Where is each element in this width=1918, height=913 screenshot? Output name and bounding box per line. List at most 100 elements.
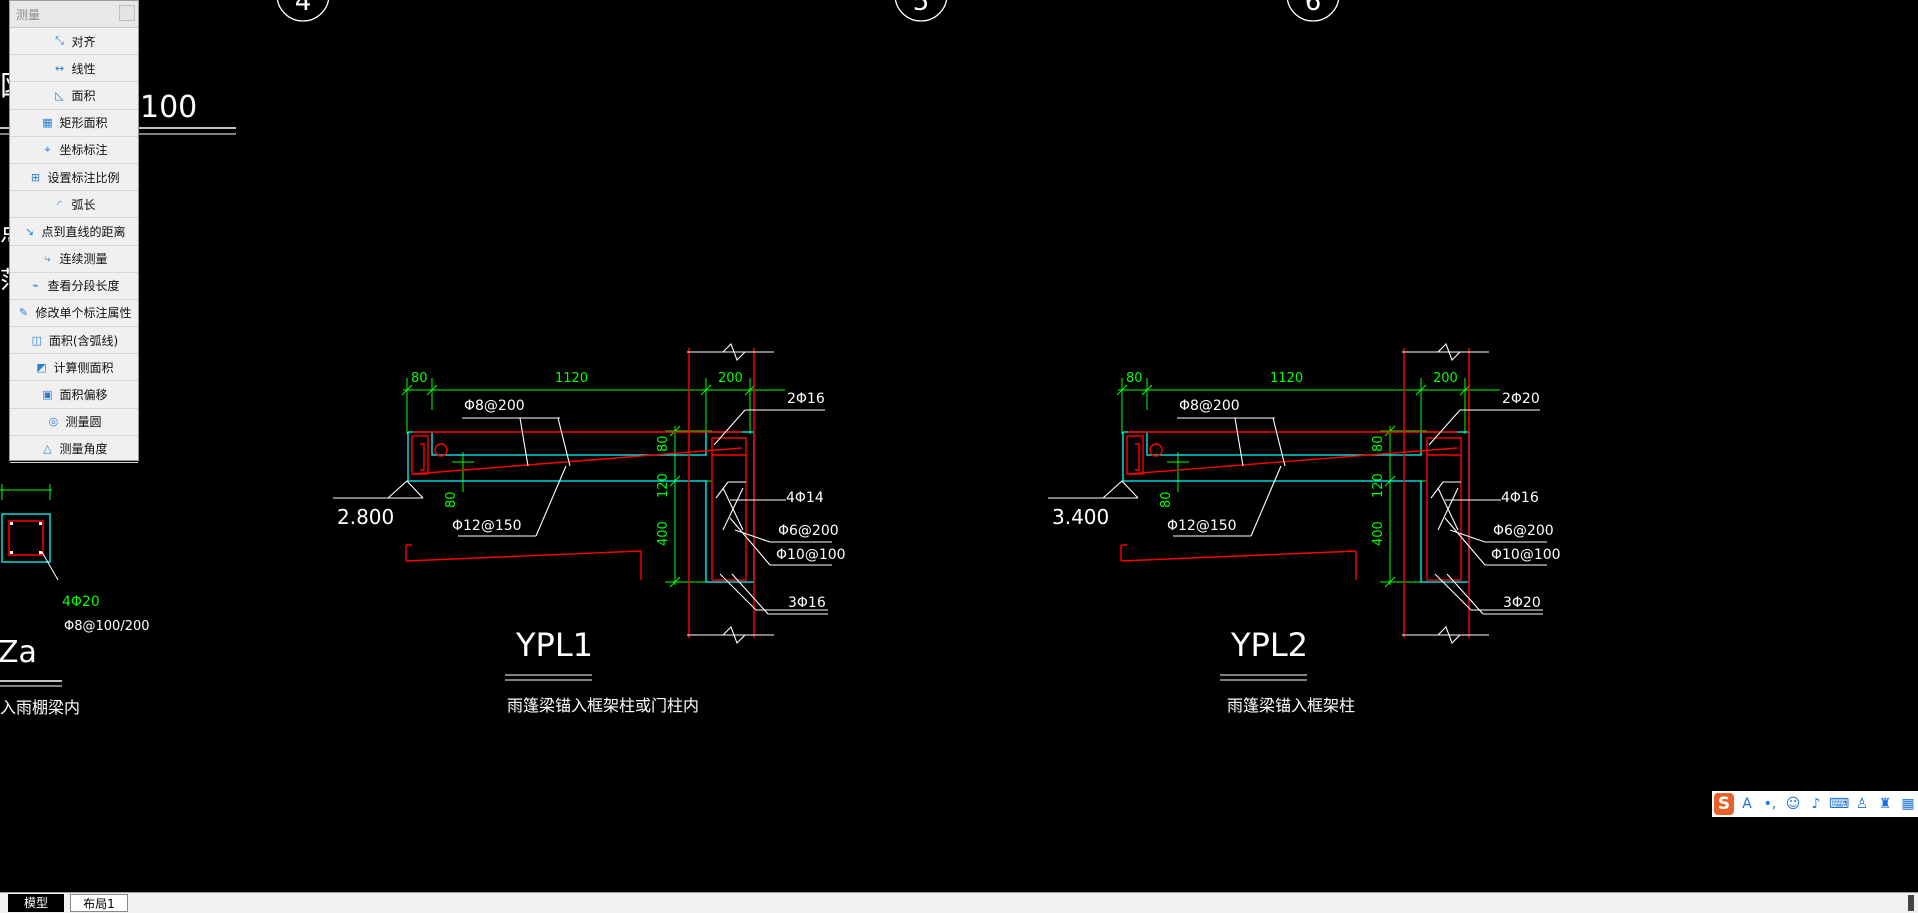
scrollbar[interactable] — [1908, 895, 1914, 911]
align-measure-icon: ⤡ — [55, 34, 64, 48]
cad-drawing-canvas[interactable]: 4 5 6 100 図 点 范 4Φ20 Φ8@100/200 Za 入雨棚梁内 — [0, 0, 1918, 892]
ypl2-dist-bar: Φ12@150 — [1167, 518, 1237, 534]
ypl2-top-bar: 2Φ20 — [1502, 391, 1540, 407]
palette-item-10[interactable]: ✎ 修改单个标注属性 — [10, 300, 138, 328]
side-area-icon: ◩ — [36, 360, 47, 374]
skin-icon[interactable]: ♜ — [1875, 796, 1895, 812]
ypl2-v120: 120 — [1371, 473, 1386, 498]
scale-text: 100 — [140, 90, 197, 125]
palette-item-list: ⤡ 对齐 ↔ 线性 ◺ 面积 ▦ 矩形面积 ⌖ 坐标标注 ⊞ 设置标注比例 ◜ 弧长 ↘ 点到直线的距离 ⤷ 连续… — [10, 28, 138, 463]
palette-item-label: 计算侧面积 — [53, 360, 114, 375]
palette-item-7[interactable]: ↘ 点到直线的距离 — [10, 218, 138, 246]
left-col-rebar: 4Φ20 — [62, 594, 100, 610]
user-icon[interactable]: ♙ — [1852, 796, 1872, 812]
ypl1-dist-bar: Φ12@150 — [452, 518, 522, 534]
font-icon[interactable]: A — [1737, 796, 1757, 812]
palette-item-0[interactable]: ⤡ 对齐 — [10, 28, 138, 56]
palette-title-bar[interactable]: 测量 — [10, 1, 138, 28]
palette-item-label: 弧长 — [71, 197, 96, 212]
left-note: 入雨棚梁内 — [0, 698, 80, 717]
palette-item-label: 点到直线的距离 — [41, 224, 126, 239]
ypl1-stirrup-a: Φ6@200 — [778, 523, 839, 539]
ypl2-dim-80: 80 — [1126, 371, 1143, 386]
palette-item-9[interactable]: ⌁ 查看分段长度 — [10, 273, 138, 300]
ypl2-bot-bar: 3Φ20 — [1503, 595, 1541, 611]
ypl2-stirrup-a: Φ6@200 — [1493, 523, 1554, 539]
ime-button-group: A •, ☺ ♪ ⌨ ♙ ♜ ▦ — [1737, 796, 1918, 812]
ypl1-top-bar: 2Φ16 — [787, 391, 825, 407]
emoji-icon[interactable]: ☺ — [1783, 796, 1803, 812]
ypl2-side-bar: 4Φ16 — [1501, 490, 1539, 506]
ypl2-title: YPL2 — [1230, 626, 1308, 664]
area-offset-icon: ▣ — [42, 388, 53, 402]
layout-tab-bar: 模型 布局1 — [0, 892, 1918, 913]
ypl1-dim-1120: 1120 — [555, 371, 588, 386]
palette-item-13[interactable]: ▣ 面积偏移 — [10, 381, 138, 409]
palette-item-label: 坐标标注 — [59, 143, 108, 158]
palette-title: 测量 — [16, 8, 41, 22]
palette-item-4[interactable]: ⌖ 坐标标注 — [10, 137, 138, 164]
detail-ypl1: 80 1120 200 80 120 400 80 2Φ16 Φ8@200 Φ1… — [333, 343, 846, 715]
measure-angle-icon: △ — [43, 442, 52, 456]
tab-model[interactable]: 模型 — [8, 894, 64, 912]
tab-layout1[interactable]: 布局1 — [70, 894, 128, 912]
palette-item-label: 面积(含弧线) — [48, 333, 119, 348]
grid-icon[interactable]: ▦ — [1898, 796, 1918, 812]
ime-toolbar[interactable]: S A •, ☺ ♪ ⌨ ♙ ♜ ▦ — [1712, 791, 1918, 817]
palette-item-8[interactable]: ⤷ 连续测量 — [10, 246, 138, 273]
ypl1-title: YPL1 — [515, 626, 593, 664]
palette-item-label: 连续测量 — [59, 252, 108, 267]
mic-icon[interactable]: ♪ — [1806, 796, 1826, 812]
left-col-name: Za — [0, 635, 37, 670]
edit-dim-icon: ✎ — [18, 306, 29, 320]
axis-label-5: 5 — [913, 0, 930, 17]
palette-item-label: 查看分段长度 — [47, 279, 120, 294]
palette-item-label: 测量角度 — [59, 442, 108, 457]
palette-item-15[interactable]: △ 测量角度 — [10, 436, 138, 463]
ypl2-elevation: 3.400 — [1052, 505, 1109, 529]
arc-area-icon: ◫ — [31, 333, 43, 347]
ypl1-v80b: 80 — [444, 491, 459, 508]
palette-item-6[interactable]: ◜ 弧长 — [10, 191, 138, 219]
palette-item-5[interactable]: ⊞ 设置标注比例 — [10, 164, 138, 192]
palette-item-1[interactable]: ↔ 线性 — [10, 55, 138, 83]
palette-item-label: 修改单个标注属性 — [35, 306, 132, 321]
ypl1-v120: 120 — [656, 473, 671, 498]
palette-item-12[interactable]: ◩ 计算侧面积 — [10, 354, 138, 382]
ypl2-v80b: 80 — [1159, 491, 1174, 508]
ypl2-stirrup-b: Φ10@100 — [1491, 547, 1561, 563]
ypl2-v400: 400 — [1371, 521, 1386, 546]
ypl2-caption: 雨篷梁锚入框架柱 — [1227, 696, 1355, 715]
point-line-distance-icon: ↘ — [24, 224, 35, 238]
palette-item-label: 线性 — [71, 61, 96, 76]
measure-palette[interactable]: 测量 ⤡ 对齐 ↔ 线性 ◺ 面积 ▦ 矩形面积 ⌖ 坐标标注 ⊞ 设置标注比例 ◜ 弧长 ↘ 点到直线的距离… — [9, 0, 139, 463]
ypl1-slab-bar: Φ8@200 — [464, 398, 525, 414]
palette-item-11[interactable]: ◫ 面积(含弧线) — [10, 327, 138, 355]
ypl1-dim-80: 80 — [411, 371, 428, 386]
keyboard-icon[interactable]: ⌨ — [1829, 796, 1849, 812]
scale-setting-icon: ⊞ — [30, 170, 41, 184]
palette-close-icon[interactable] — [119, 5, 135, 21]
ypl2-dim-1120: 1120 — [1270, 371, 1303, 386]
ypl1-side-bar: 4Φ14 — [786, 490, 824, 506]
punct-icon[interactable]: •, — [1760, 796, 1780, 812]
palette-item-2[interactable]: ◺ 面积 — [10, 82, 138, 110]
palette-item-14[interactable]: ◎ 测量圆 — [10, 409, 138, 436]
palette-item-label: 测量圆 — [65, 415, 102, 430]
arc-length-icon: ◜ — [57, 197, 62, 211]
coordinate-icon: ⌖ — [44, 142, 51, 156]
ypl1-dim-200: 200 — [718, 371, 743, 386]
ypl1-v80: 80 — [656, 435, 671, 452]
palette-item-label: 面积偏移 — [59, 388, 108, 403]
detail-ypl2: 80 1120 200 80 120 400 80 2Φ20 Φ8@200 Φ1… — [1048, 343, 1561, 715]
palette-item-3[interactable]: ▦ 矩形面积 — [10, 110, 138, 137]
sogou-logo-icon[interactable]: S — [1714, 793, 1734, 815]
ypl2-v80: 80 — [1371, 435, 1386, 452]
axis-label-6: 6 — [1305, 0, 1322, 17]
continuous-measure-icon: ⤷ — [44, 251, 51, 265]
palette-item-label: 面积 — [71, 88, 96, 103]
palette-item-label: 对齐 — [71, 34, 96, 49]
ypl2-slab-bar: Φ8@200 — [1179, 398, 1240, 414]
area-icon: ◺ — [55, 88, 64, 102]
linear-measure-icon: ↔ — [54, 61, 65, 75]
